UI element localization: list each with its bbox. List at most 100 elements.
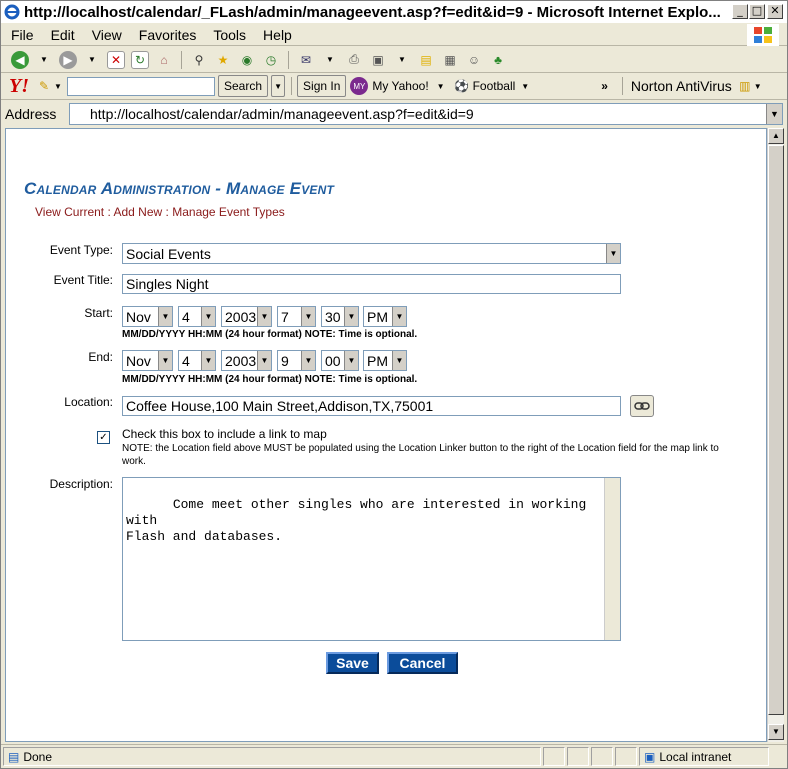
end-day-select[interactable]: 4 ▼ — [178, 350, 216, 371]
pencil-dropdown-icon[interactable]: ▼ — [53, 77, 63, 95]
end-minute-select[interactable]: 00 ▼ — [321, 350, 359, 371]
chevron-down-icon: ▼ — [257, 351, 271, 370]
menu-file[interactable]: File — [11, 27, 34, 43]
football-link[interactable]: Football — [473, 79, 516, 93]
status-text: Done — [23, 749, 53, 764]
print-icon[interactable]: ⎙ — [345, 51, 363, 69]
forward-dropdown-icon[interactable]: ▼ — [83, 51, 101, 69]
messenger-icon[interactable]: ☺ — [465, 51, 483, 69]
msn-icon[interactable]: ♣ — [489, 51, 507, 69]
event-title-value: Singles Night — [126, 276, 209, 292]
stop-icon[interactable]: ✕ — [107, 50, 125, 69]
address-dropdown-icon[interactable]: ▼ — [766, 104, 782, 124]
history-icon[interactable]: ◷ — [262, 51, 280, 69]
scroll-thumb[interactable] — [768, 145, 784, 715]
end-year-select[interactable]: 2003 ▼ — [221, 350, 272, 371]
page-scrollbar[interactable]: ▲ ▼ — [767, 128, 784, 742]
chevron-down-icon: ▼ — [257, 307, 271, 326]
chevron-down-icon: ▼ — [344, 307, 358, 326]
address-url: http://localhost/calendar/admin/manageev… — [90, 106, 474, 122]
map-link-checkbox[interactable]: ✓ — [97, 431, 110, 444]
favorites-icon[interactable]: ★ — [214, 51, 232, 69]
cancel-button[interactable]: Cancel — [387, 652, 458, 674]
yahoo-logo-icon[interactable]: Y! — [9, 75, 29, 98]
end-ampm-select[interactable]: PM ▼ — [363, 350, 407, 371]
back-icon[interactable]: ◀ — [11, 50, 29, 69]
nav-separator: : — [107, 205, 111, 219]
end-hour-select[interactable]: 9 ▼ — [277, 350, 316, 371]
end-label: End: — [88, 350, 113, 364]
chevron-down-icon: ▼ — [344, 351, 358, 370]
norton-label[interactable]: Norton AntiVirus — [631, 78, 732, 94]
address-field[interactable]: http://localhost/calendar/admin/manageev… — [69, 103, 783, 125]
search-icon[interactable]: ⚲ — [190, 51, 208, 69]
norton-icon[interactable]: ▥ — [736, 77, 754, 95]
myyahoo-link[interactable]: My Yahoo! — [372, 79, 428, 93]
refresh-icon[interactable]: ↻ — [131, 50, 149, 69]
menu-edit[interactable]: Edit — [51, 27, 75, 43]
event-type-select[interactable]: Social Events ▼ — [122, 243, 621, 264]
start-year-select[interactable]: 2003 ▼ — [221, 306, 272, 327]
media-icon[interactable]: ◉ — [238, 51, 256, 69]
myyahoo-dropdown-icon[interactable]: ▼ — [437, 82, 445, 91]
view-current-link[interactable]: View Current — [35, 205, 104, 219]
ie-logo-icon — [4, 4, 20, 20]
event-type-value: Social Events — [126, 245, 211, 262]
menu-help[interactable]: Help — [263, 27, 292, 43]
chevron-down-icon: ▼ — [158, 307, 172, 326]
myyahoo-icon: MY — [350, 77, 369, 95]
edit-icon[interactable]: ▣ — [369, 51, 387, 69]
minimize-button[interactable]: _ — [732, 4, 748, 19]
back-dropdown-icon[interactable]: ▼ — [35, 51, 53, 69]
yahoo-signin-button[interactable]: Sign In — [297, 75, 347, 97]
location-input[interactable]: Coffee House,100 Main Street,Addison,TX,… — [122, 396, 621, 416]
toolbar-separator — [181, 50, 182, 69]
start-minute-select[interactable]: 30 ▼ — [321, 306, 359, 327]
status-cell — [543, 747, 565, 766]
norton-dropdown-icon[interactable]: ▼ — [754, 82, 762, 91]
research-icon[interactable]: ▦ — [441, 51, 459, 69]
location-linker-button[interactable] — [630, 395, 654, 417]
menu-tools[interactable]: Tools — [213, 27, 246, 43]
yahoo-search-button[interactable]: Search — [218, 75, 269, 97]
scroll-down-icon[interactable]: ▼ — [768, 724, 784, 740]
home-icon[interactable]: ⌂ — [155, 51, 173, 69]
status-bar: ▤ Done ▣ Local intranet — [1, 744, 787, 768]
forward-icon[interactable]: ▶ — [59, 50, 77, 69]
start-year-value: 2003 — [225, 308, 257, 325]
event-title-label: Event Title: — [53, 273, 113, 287]
pencil-icon[interactable]: ✎ — [35, 77, 53, 95]
start-month-select[interactable]: Nov ▼ — [122, 306, 173, 327]
close-button[interactable]: ✕ — [767, 4, 783, 19]
event-title-input[interactable]: Singles Night — [122, 274, 621, 294]
maximize-button[interactable]: □ — [749, 4, 765, 19]
menu-favorites[interactable]: Favorites — [139, 27, 197, 43]
admin-nav: View Current : Add New : Manage Event Ty… — [35, 205, 285, 219]
end-month-select[interactable]: Nov ▼ — [122, 350, 173, 371]
edit-dropdown-icon[interactable]: ▼ — [393, 51, 411, 69]
manage-event-types-link[interactable]: Manage Event Types — [172, 205, 285, 219]
menu-view[interactable]: View — [92, 27, 122, 43]
chevron-more-icon[interactable]: » — [601, 79, 608, 93]
description-textarea[interactable]: Come meet other singles who are interest… — [122, 477, 621, 641]
mail-icon[interactable]: ✉ — [297, 51, 315, 69]
toolbar-separator — [288, 50, 289, 69]
toolbar-separator — [621, 77, 623, 95]
search-dropdown-icon[interactable]: ▼ — [271, 75, 286, 97]
start-ampm-select[interactable]: PM ▼ — [363, 306, 407, 327]
toolbar-separator — [291, 77, 293, 95]
address-bar: Address http://localhost/calendar/admin/… — [1, 101, 787, 127]
intranet-icon: ▣ — [644, 749, 656, 764]
save-button[interactable]: Save — [326, 652, 379, 674]
start-day-select[interactable]: 4 ▼ — [178, 306, 216, 327]
scroll-up-icon[interactable]: ▲ — [768, 128, 784, 144]
football-dropdown-icon[interactable]: ▼ — [521, 82, 529, 91]
discuss-icon[interactable]: ▤ — [417, 51, 435, 69]
start-hour-select[interactable]: 7 ▼ — [277, 306, 316, 327]
yahoo-search-input[interactable] — [67, 76, 215, 96]
start-label: Start: — [84, 306, 113, 320]
start-minute-value: 30 — [325, 308, 341, 325]
add-new-link[interactable]: Add New — [114, 205, 163, 219]
textarea-scrollbar[interactable] — [604, 478, 620, 640]
mail-dropdown-icon[interactable]: ▼ — [321, 51, 339, 69]
